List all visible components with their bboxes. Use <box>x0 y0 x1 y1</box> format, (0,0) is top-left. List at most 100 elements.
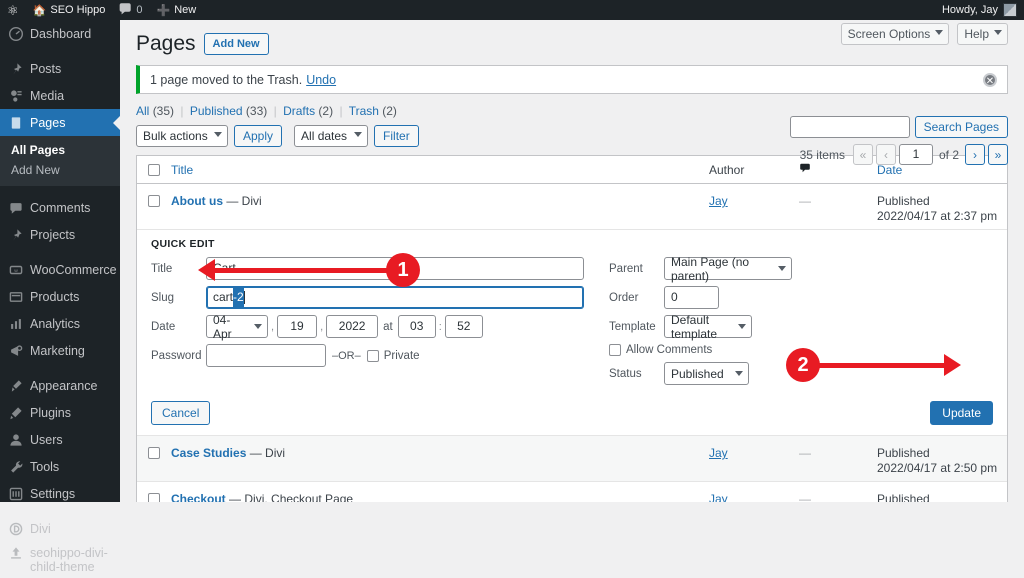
filter-button[interactable]: Filter <box>374 125 419 148</box>
filter-count-all: (35) <box>152 104 175 119</box>
screen-options-button[interactable]: Screen Options <box>840 23 950 45</box>
date-month-select[interactable]: 04-Apr <box>206 313 268 341</box>
sidebar-item-woocommerce[interactable]: w WooCommerce <box>0 256 120 283</box>
sidebar-item-settings[interactable]: Settings <box>0 480 120 507</box>
quick-edit-status-row: Status Published <box>609 362 849 386</box>
column-title-link[interactable]: Title <box>171 163 193 177</box>
wordpress-logo-icon: ⚛ <box>7 2 19 18</box>
sidebar-item-tools[interactable]: Tools <box>0 453 120 480</box>
add-new-button[interactable]: Add New <box>203 32 269 55</box>
parent-select[interactable]: Main Page (no parent) <box>664 255 792 283</box>
sidebar-item-analytics[interactable]: Analytics <box>0 310 120 337</box>
sidebar-item-projects[interactable]: Projects <box>0 221 120 248</box>
filter-link-all[interactable]: All <box>136 104 149 118</box>
row-checkbox[interactable] <box>148 195 160 208</box>
row-date-cell: Published 2022/04/17 at 2:37 pm <box>877 184 1007 229</box>
last-page-button[interactable]: » <box>988 144 1008 165</box>
sidebar-item-posts[interactable]: Posts <box>0 55 120 82</box>
new-content-button[interactable]: ➕ New <box>150 0 204 20</box>
undo-link[interactable]: Undo <box>306 73 336 87</box>
date-filter-select[interactable]: All dates <box>294 125 369 148</box>
sidebar-item-dashboard[interactable]: Dashboard <box>0 20 120 47</box>
time-separator: : <box>438 320 442 333</box>
template-select[interactable]: Default template <box>664 313 752 341</box>
sidebar-item-child-theme[interactable]: seohippo-divi-child-theme <box>0 542 120 578</box>
table-row[interactable]: Case Studies — Divi Jay — Published 2022… <box>137 436 1007 483</box>
sidebar-item-divi[interactable]: Divi <box>0 515 120 542</box>
private-checkbox-label[interactable]: Private <box>366 349 420 362</box>
sidebar-item-users[interactable]: Users <box>0 426 120 453</box>
cancel-button[interactable]: Cancel <box>151 401 211 426</box>
row-title-link[interactable]: About us <box>171 194 223 208</box>
filter-link-trash[interactable]: Trash <box>349 104 379 118</box>
search-pages-button[interactable]: Search Pages <box>914 116 1008 138</box>
update-button[interactable]: Update <box>930 401 993 426</box>
row-checkbox[interactable] <box>148 493 160 502</box>
row-author-link[interactable]: Jay <box>709 194 728 208</box>
row-date-cell: Published 2022/04/19 at 3:52 am <box>877 482 1007 502</box>
next-page-button[interactable]: › <box>965 144 985 165</box>
order-input[interactable]: 0 <box>664 286 719 310</box>
row-author-link[interactable]: Jay <box>709 492 728 502</box>
row-select-cell[interactable] <box>137 482 171 502</box>
comments-count-button[interactable]: 0 <box>112 0 149 20</box>
sidebar-label: Analytics <box>30 316 81 331</box>
sidebar-item-plugins[interactable]: Plugins <box>0 399 120 426</box>
date-minute-input[interactable]: 52 <box>444 315 483 339</box>
separator: | <box>339 104 343 119</box>
chevron-down-icon <box>735 371 743 377</box>
current-page-input[interactable]: 1 <box>898 144 933 165</box>
filter-link-published[interactable]: Published <box>190 104 243 118</box>
sidebar-item-appearance[interactable]: Appearance <box>0 372 120 399</box>
select-all-checkbox[interactable] <box>148 163 160 176</box>
sidebar-item-add-new[interactable]: Add New <box>0 160 120 180</box>
comment-icon <box>9 201 23 215</box>
title-input[interactable]: Cart <box>206 257 584 281</box>
bulk-actions-select[interactable]: Bulk actions <box>136 125 228 148</box>
select-all-cell[interactable] <box>137 163 171 176</box>
row-author-link[interactable]: Jay <box>709 446 728 460</box>
row-title-link[interactable]: Checkout <box>171 492 226 502</box>
label-template: Template <box>609 320 656 333</box>
row-select-cell[interactable] <box>137 184 171 229</box>
row-title-extra: — Divi, Checkout Page <box>229 492 354 502</box>
table-row[interactable]: Checkout — Divi, Checkout Page Jay — Pub… <box>137 482 1007 502</box>
sidebar-item-all-pages[interactable]: All Pages <box>0 140 120 160</box>
site-name-button[interactable]: 🏠 SEO Hippo <box>26 0 113 20</box>
wordpress-logo-button[interactable]: ⚛ <box>0 0 26 20</box>
search-input[interactable] <box>789 116 910 138</box>
date-day-input[interactable]: 19 <box>277 315 318 339</box>
private-checkbox[interactable] <box>366 349 379 362</box>
apply-button[interactable]: Apply <box>234 125 283 148</box>
items-count-label: 35 items <box>799 147 845 162</box>
sidebar-item-media[interactable]: Media <box>0 82 120 109</box>
help-button[interactable]: Help <box>957 23 1008 45</box>
account-area[interactable]: Howdy, Jay <box>942 3 1024 17</box>
sidebar-item-pages[interactable]: Pages <box>0 109 121 136</box>
notice-dismiss-button[interactable]: ✕ <box>983 72 997 87</box>
quick-edit-heading: QUICK EDIT <box>151 238 215 251</box>
row-checkbox[interactable] <box>148 447 160 460</box>
products-icon <box>9 290 23 304</box>
status-select[interactable]: Published <box>664 362 749 386</box>
password-input[interactable] <box>206 344 326 368</box>
sidebar-item-comments[interactable]: Comments <box>0 194 120 221</box>
allow-comments-label[interactable]: Allow Comments <box>609 344 712 357</box>
quick-edit-password-row: Password –OR– Private <box>151 344 591 368</box>
date-hour-input[interactable]: 03 <box>397 315 436 339</box>
column-header-title[interactable]: Title <box>171 163 709 177</box>
date-year-input[interactable]: 2022 <box>326 315 379 339</box>
allow-comments-checkbox[interactable] <box>609 344 621 357</box>
sidebar-label: Users <box>30 432 63 447</box>
sidebar-item-products[interactable]: Products <box>0 283 120 310</box>
date-filter-value: All dates <box>301 129 348 144</box>
filter-link-drafts[interactable]: Drafts <box>283 104 315 118</box>
sidebar-item-marketing[interactable]: Marketing <box>0 337 120 364</box>
date-separator: , <box>271 320 275 333</box>
table-row[interactable]: About us — Divi Jay — Published 2022/04/… <box>137 184 1007 231</box>
divi-icon <box>9 522 23 536</box>
row-select-cell[interactable] <box>137 436 171 481</box>
row-title-link[interactable]: Case Studies <box>171 446 246 460</box>
upload-icon <box>9 546 23 560</box>
slug-input[interactable]: cart -2 <box>206 286 584 310</box>
